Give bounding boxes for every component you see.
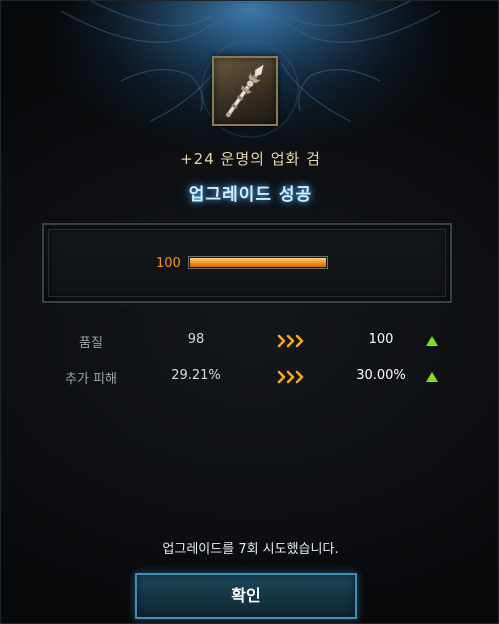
stat-after-value: 30.00% [356, 368, 406, 383]
increase-arrow-icon [426, 336, 438, 346]
quality-gauge-bar [188, 256, 328, 269]
item-icon-frame [212, 56, 278, 126]
stat-before-value: 29.21% [171, 368, 221, 383]
stat-after-value: 100 [368, 332, 394, 347]
result-title: 업그레이드 성공 [188, 185, 313, 205]
triple-arrow-icon [277, 370, 304, 384]
stat-row-quality: 품질 98 100 [1, 332, 499, 354]
increase-arrow-icon [426, 372, 438, 382]
stat-label: 품질 [79, 336, 103, 351]
confirm-button[interactable]: 확인 [135, 573, 357, 619]
spear-weapon-icon [225, 63, 265, 118]
stat-label: 추가 피해 [65, 372, 117, 387]
item-name: +24 운명의 업화 검 [180, 150, 321, 168]
stat-row-additional-damage: 추가 피해 29.21% 30.00% [1, 368, 499, 390]
triple-arrow-icon [277, 334, 304, 348]
stat-before-value: 98 [187, 332, 205, 347]
quality-gauge-fill [190, 258, 326, 267]
attempt-count-text: 업그레이드를 7회 시도했습니다. [162, 542, 339, 557]
upgrade-result-dialog: +24 운명의 업화 검 업그레이드 성공 100 품질 98 100 추가 피… [0, 0, 499, 624]
gauge-value: 100 [156, 256, 181, 271]
